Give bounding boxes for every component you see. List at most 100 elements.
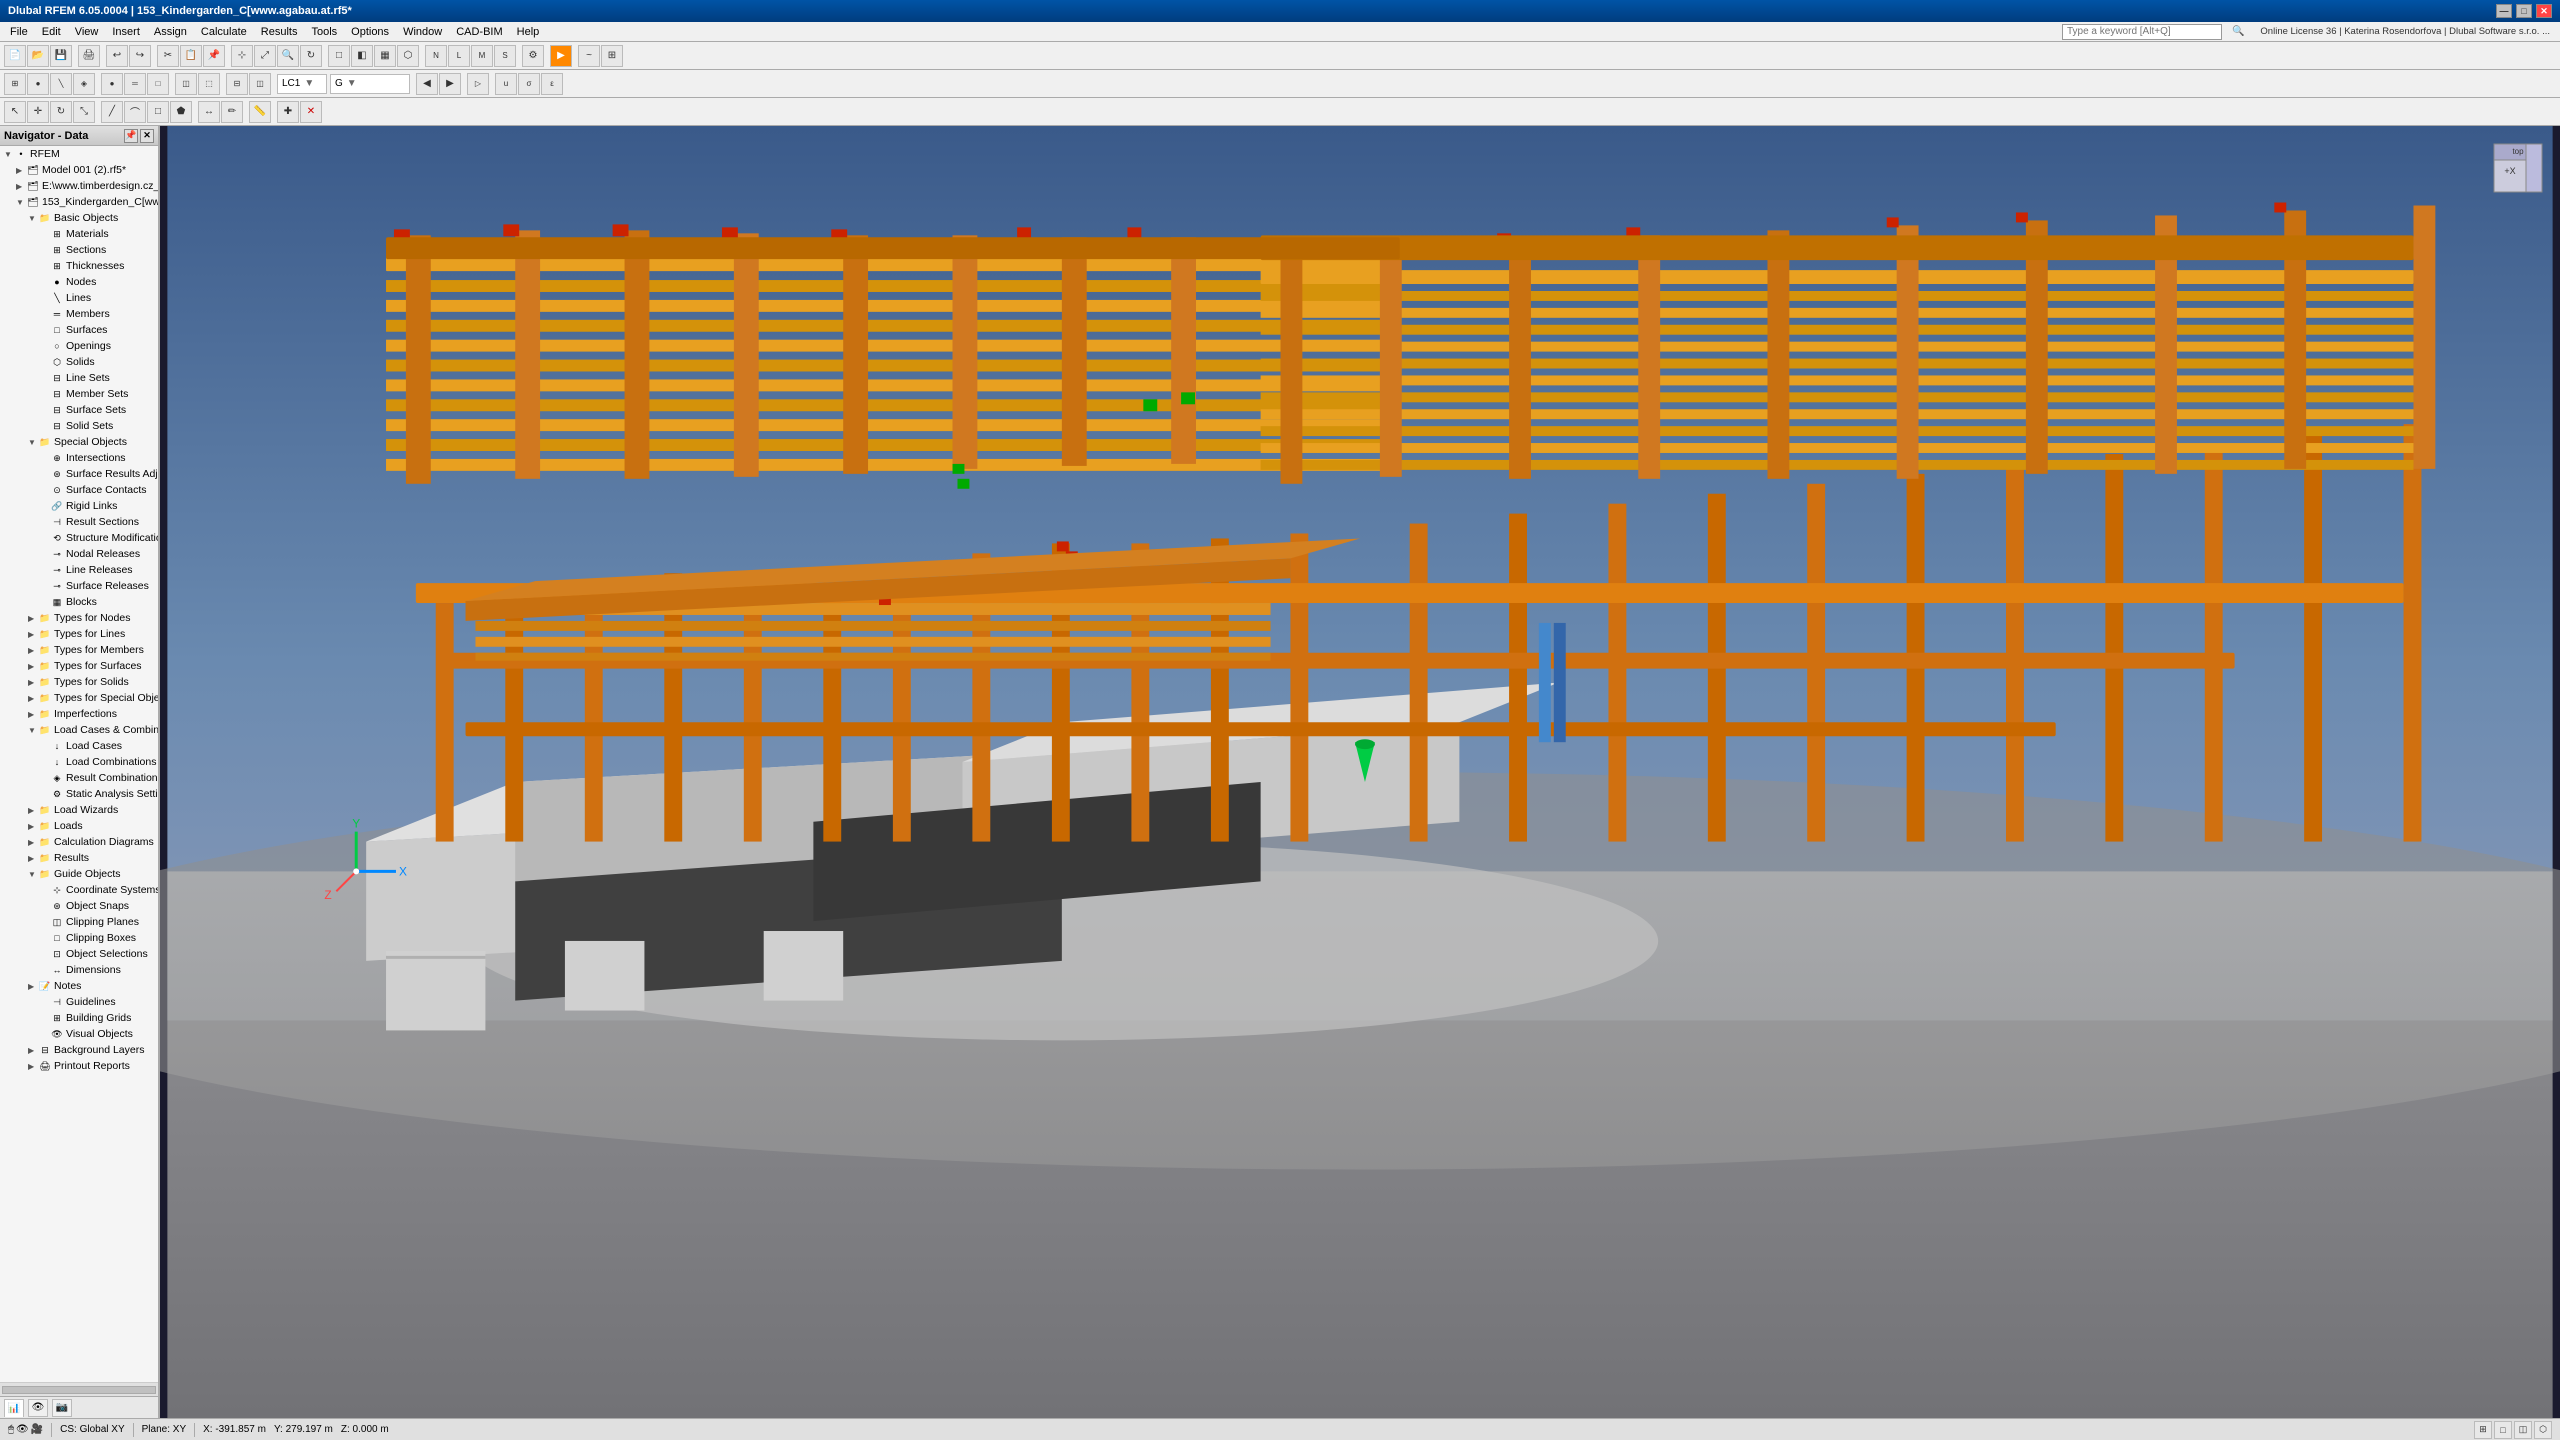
tree-item-surface-releases[interactable]: ⊸Surface Releases (0, 578, 158, 594)
tree-item-surface-sets[interactable]: ⊟Surface Sets (0, 402, 158, 418)
tree-arrow-guide-objects[interactable]: ▼ (28, 870, 38, 879)
tree-item-visual-objects[interactable]: 👁Visual Objects (0, 1026, 158, 1042)
tree-item-rfem[interactable]: ▼•RFEM (0, 146, 158, 162)
nav-tab-view[interactable]: 📷 (52, 1399, 72, 1417)
tree-item-types-lines[interactable]: ▶📁Types for Lines (0, 626, 158, 642)
tree-arrow-types-special[interactable]: ▶ (28, 694, 38, 703)
tree-arrow-load-wizards[interactable]: ▶ (28, 806, 38, 815)
tree-item-surface-contacts[interactable]: ⊙Surface Contacts (0, 482, 158, 498)
load-case-next[interactable]: ▶ (439, 73, 461, 95)
tree-arrow-basic-objects[interactable]: ▼ (28, 214, 38, 223)
tree-item-line-sets[interactable]: ⊟Line Sets (0, 370, 158, 386)
settings-btn[interactable]: ⚙ (522, 45, 544, 67)
view-cube[interactable]: +X top (2486, 136, 2550, 200)
menu-cad-bim[interactable]: CAD-BIM (450, 24, 508, 40)
menu-assign[interactable]: Assign (148, 24, 193, 40)
tree-arrow-model153[interactable]: ▼ (16, 198, 26, 207)
tree-arrow-printout-reports[interactable]: ▶ (28, 1062, 38, 1071)
tree-item-coord-systems[interactable]: ⊹Coordinate Systems (0, 882, 158, 898)
tree-item-load-cases[interactable]: ↓Load Cases (0, 738, 158, 754)
tree-arrow-types-lines[interactable]: ▶ (28, 630, 38, 639)
iso-view-button[interactable]: ⬡ (397, 45, 419, 67)
tree-item-line-releases[interactable]: ⊸Line Releases (0, 562, 158, 578)
delete-btn[interactable]: ✕ (300, 101, 322, 123)
tree-arrow-loads[interactable]: ▶ (28, 822, 38, 831)
zoom-all-button[interactable]: ⤢ (254, 45, 276, 67)
menu-window[interactable]: Window (397, 24, 448, 40)
tree-item-materials[interactable]: ⊞Materials (0, 226, 158, 242)
tree-arrow-notes[interactable]: ▶ (28, 982, 38, 991)
tree-item-imperfections[interactable]: ▶📁Imperfections (0, 706, 158, 722)
wireframe-mode[interactable]: ⬚ (198, 73, 220, 95)
tree-item-building-grids[interactable]: ⊞Building Grids (0, 1010, 158, 1026)
menu-help[interactable]: Help (511, 24, 546, 40)
tree-item-notes[interactable]: ▶📝Notes (0, 978, 158, 994)
tree-item-nodes[interactable]: ●Nodes (0, 274, 158, 290)
tree-item-member-sets[interactable]: ⊟Member Sets (0, 386, 158, 402)
menu-file[interactable]: File (4, 24, 34, 40)
display-members[interactable]: ═ (124, 73, 146, 95)
clipping-btn[interactable]: ◫ (249, 73, 271, 95)
tree-item-model001[interactable]: ▶🗂Model 001 (2).rf5* (0, 162, 158, 178)
new-button[interactable]: 📄 (4, 45, 26, 67)
tree-arrow-types-nodes[interactable]: ▶ (28, 614, 38, 623)
tree-item-clipping-boxes[interactable]: □Clipping Boxes (0, 930, 158, 946)
status-icons[interactable]: 🖱👁🎥 (8, 1424, 43, 1435)
draw-line-btn[interactable]: ╱ (101, 101, 123, 123)
tree-arrow-types-members[interactable]: ▶ (28, 646, 38, 655)
draw-arc-btn[interactable]: ⌒ (124, 101, 146, 123)
tree-item-model153[interactable]: ▼🗂153_Kindergarden_C[www.agabau.at.rf5* (0, 194, 158, 210)
menu-calculate[interactable]: Calculate (195, 24, 253, 40)
tree-item-guide-objects[interactable]: ▼📁Guide Objects (0, 866, 158, 882)
status-view-buttons[interactable]: ⊞ □ ◫ ⬡ (2474, 1421, 2552, 1439)
search-input[interactable] (2062, 24, 2222, 40)
snap-mid[interactable]: ◈ (73, 73, 95, 95)
tree-item-members[interactable]: ═Members (0, 306, 158, 322)
tree-item-special-objects[interactable]: ▼📁Special Objects (0, 434, 158, 450)
tree-item-object-selections[interactable]: ⊡Object Selections (0, 946, 158, 962)
tree-item-printout-reports[interactable]: ▶🖨Printout Reports (0, 1058, 158, 1074)
copy-button[interactable]: 📋 (180, 45, 202, 67)
maximize-button[interactable]: □ (2516, 4, 2532, 18)
tree-item-load-cases-comb[interactable]: ▼📁Load Cases & Combinations (0, 722, 158, 738)
tree-arrow-special-objects[interactable]: ▼ (28, 438, 38, 447)
menu-insert[interactable]: Insert (106, 24, 146, 40)
measure-btn[interactable]: 📏 (249, 101, 271, 123)
node-btn[interactable]: N (425, 45, 447, 67)
display-surfaces[interactable]: □ (147, 73, 169, 95)
tree-item-guidelines[interactable]: ⊣Guidelines (0, 994, 158, 1010)
tree-item-calc-diagrams[interactable]: ▶📁Calculation Diagrams (0, 834, 158, 850)
navigator-scroll[interactable] (0, 1382, 158, 1396)
tree-item-types-solids[interactable]: ▶📁Types for Solids (0, 674, 158, 690)
redo-button[interactable]: ↪ (129, 45, 151, 67)
tree-item-dimensions[interactable]: ↔Dimensions (0, 962, 158, 978)
open-button[interactable]: 📂 (27, 45, 49, 67)
rotate-button[interactable]: ↻ (300, 45, 322, 67)
tree-item-background-layers[interactable]: ▶⊟Background Layers (0, 1042, 158, 1058)
member-btn[interactable]: M (471, 45, 493, 67)
tree-item-result-combinations[interactable]: ◈Result Combinations (0, 770, 158, 786)
select-button[interactable]: ⊹ (231, 45, 253, 67)
tree-item-object-snaps[interactable]: ⊛Object Snaps (0, 898, 158, 914)
paste-button[interactable]: 📌 (203, 45, 225, 67)
tree-item-openings[interactable]: ○Openings (0, 338, 158, 354)
side-view-button[interactable]: ◧ (351, 45, 373, 67)
status-view1[interactable]: ⊞ (2474, 1421, 2492, 1439)
tree-item-types-nodes[interactable]: ▶📁Types for Nodes (0, 610, 158, 626)
render-mode[interactable]: ◫ (175, 73, 197, 95)
tree-item-basic-objects[interactable]: ▼📁Basic Objects (0, 210, 158, 226)
tree-item-clipping-planes[interactable]: ◫Clipping Planes (0, 914, 158, 930)
result-type-btn1[interactable]: u (495, 73, 517, 95)
nav-tab-display[interactable]: 👁 (28, 1399, 48, 1417)
top-view-button[interactable]: ▦ (374, 45, 396, 67)
menu-view[interactable]: View (69, 24, 105, 40)
tree-item-intersections[interactable]: ⊕Intersections (0, 450, 158, 466)
rotate3d-btn[interactable]: ↻ (50, 101, 72, 123)
tree-arrow-background-layers[interactable]: ▶ (28, 1046, 38, 1055)
tree-item-loads[interactable]: ▶📁Loads (0, 818, 158, 834)
tree-item-surface-results-adj[interactable]: ⊛Surface Results Adjustments (0, 466, 158, 482)
tree-item-rigid-links[interactable]: 🔗Rigid Links (0, 498, 158, 514)
print-button[interactable]: 🖨 (78, 45, 100, 67)
snap-grid[interactable]: ⊞ (4, 73, 26, 95)
deform-btn[interactable]: ~ (578, 45, 600, 67)
